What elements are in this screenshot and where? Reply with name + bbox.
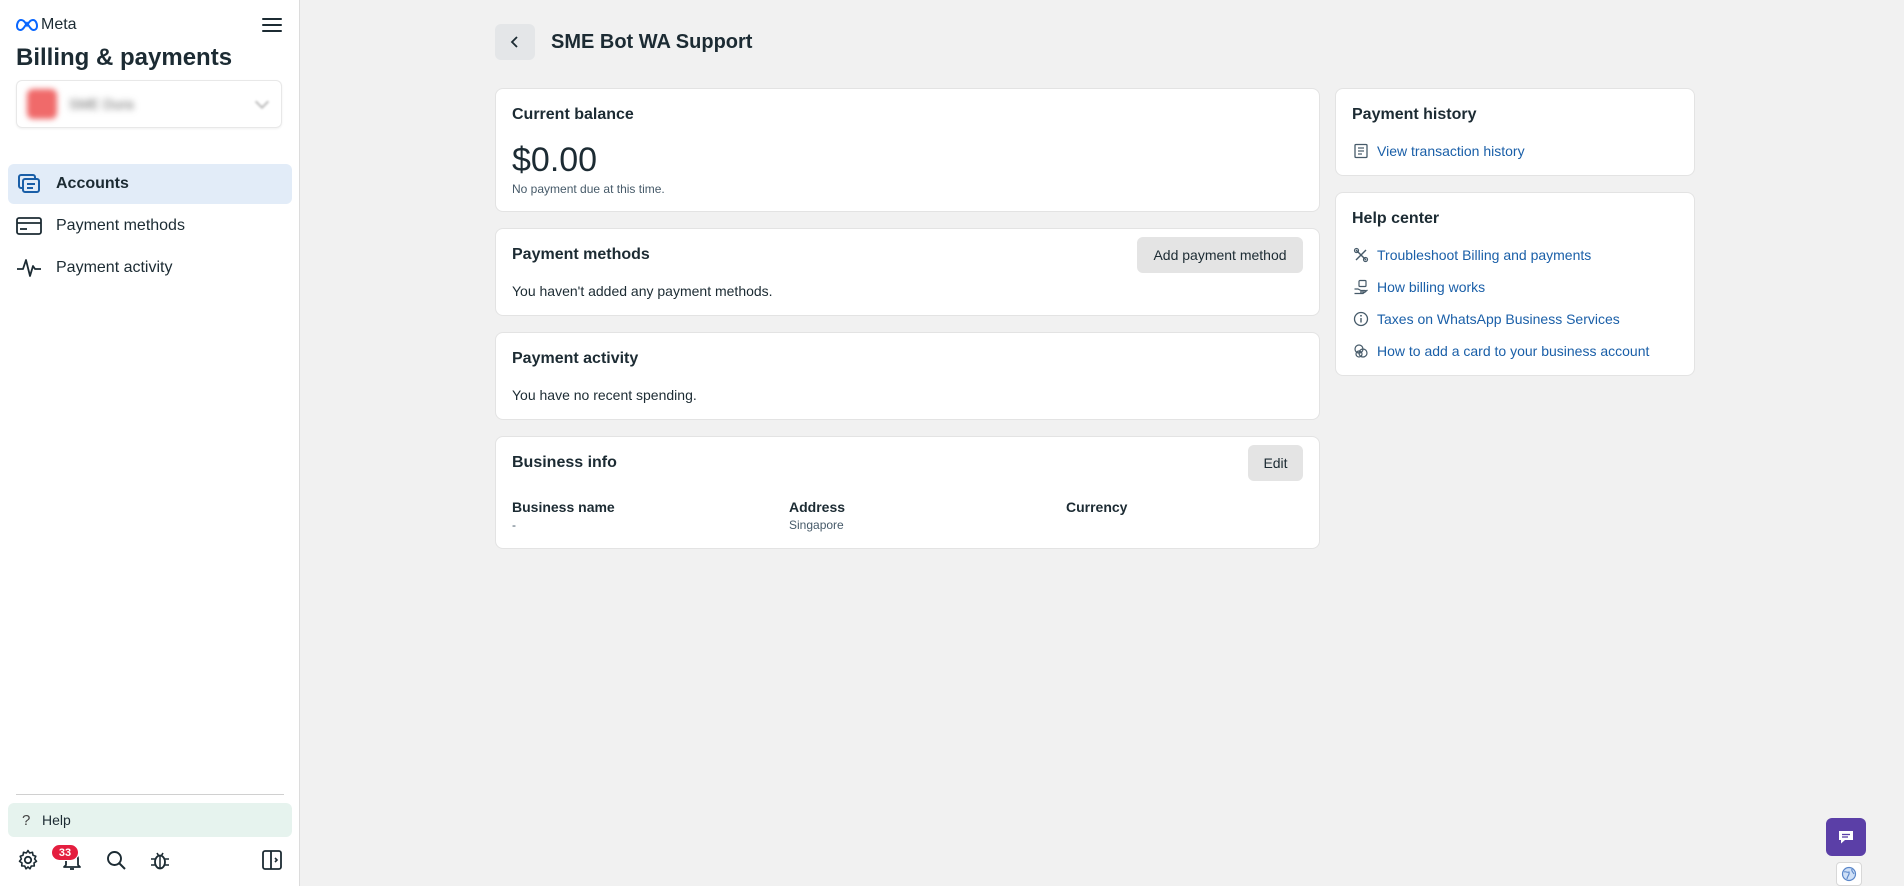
link-label: Troubleshoot Billing and payments	[1377, 247, 1592, 263]
address-value: Singapore	[789, 518, 844, 532]
balance-note: No payment due at this time.	[512, 182, 665, 196]
meta-brand-text: Meta	[41, 16, 77, 33]
billing-hand-icon	[1352, 278, 1370, 296]
current-balance-card: Current balance $0.00 No payment due at …	[495, 88, 1320, 212]
business-name-value: -	[512, 518, 516, 532]
sidebar-item-label: Payment activity	[56, 259, 173, 276]
add-card-icon	[1352, 342, 1370, 360]
edit-button[interactable]: Edit	[1248, 445, 1303, 481]
business-info-card: Business info Edit Business name - Addre…	[495, 436, 1320, 549]
globe-icon[interactable]	[1836, 862, 1862, 886]
question-icon: ?	[22, 811, 31, 829]
sidebar-item-payment-methods[interactable]: Payment methods	[8, 206, 292, 246]
link-label: View transaction history	[1377, 143, 1525, 159]
sidebar-item-payment-activity[interactable]: Payment activity	[8, 248, 292, 288]
sidebar-item-label: Accounts	[56, 175, 129, 192]
chat-bubble-icon	[1839, 831, 1853, 844]
account-avatar	[27, 89, 57, 119]
sidebar: Meta Billing & payments SME Dura Account…	[0, 0, 300, 886]
payment-methods-card: Payment methods Add payment method You h…	[495, 228, 1320, 316]
activity-icon	[16, 256, 42, 280]
meta-logo[interactable]: Meta	[16, 16, 77, 34]
account-selector[interactable]: SME Dura	[16, 80, 282, 128]
notification-badge: 33	[51, 844, 79, 861]
menu-icon[interactable]	[260, 14, 284, 38]
help-link-add-card[interactable]: How to add a card to your business accou…	[1352, 342, 1649, 360]
page-title: SME Bot WA Support	[551, 31, 753, 53]
gear-icon[interactable]	[16, 848, 40, 872]
card-title: Current balance	[512, 106, 634, 123]
payment-activity-empty-text: You have no recent spending.	[512, 387, 697, 403]
sidebar-title: Billing & payments	[16, 44, 233, 71]
card-title: Help center	[1352, 210, 1440, 227]
add-payment-method-button[interactable]: Add payment method	[1137, 237, 1303, 273]
help-center-card: Help center Troubleshoot Billing and pay…	[1335, 192, 1695, 376]
payment-history-card: Payment history View transaction history	[1335, 88, 1695, 176]
help-link-taxes[interactable]: Taxes on WhatsApp Business Services	[1352, 310, 1620, 328]
currency-label: Currency	[1066, 499, 1128, 515]
link-label: How to add a card to your business accou…	[1377, 343, 1650, 359]
balance-amount: $0.00	[512, 141, 598, 179]
panel-toggle-icon[interactable]	[260, 848, 284, 872]
card-title: Payment methods	[512, 246, 650, 263]
sidebar-divider	[16, 794, 284, 795]
address-label: Address	[789, 499, 846, 515]
back-button[interactable]	[495, 24, 535, 60]
meta-infinity-icon	[16, 18, 38, 32]
info-icon	[1352, 310, 1370, 328]
help-link-troubleshoot[interactable]: Troubleshoot Billing and payments	[1352, 246, 1591, 264]
link-label: Taxes on WhatsApp Business Services	[1377, 311, 1620, 327]
business-name-label: Business name	[512, 499, 615, 515]
credit-card-icon	[16, 214, 42, 238]
card-title: Payment activity	[512, 350, 639, 367]
card-title: Business info	[512, 454, 617, 471]
search-icon[interactable]	[104, 848, 128, 872]
sidebar-item-label: Payment methods	[56, 217, 185, 234]
receipt-icon	[1352, 142, 1370, 160]
help-link-how-billing-works[interactable]: How billing works	[1352, 278, 1485, 296]
view-transaction-history-link[interactable]: View transaction history	[1352, 142, 1525, 160]
sidebar-nav: Accounts Payment methods Payment activit…	[8, 164, 292, 290]
accounts-icon	[16, 172, 42, 196]
help-button[interactable]: ? Help	[8, 803, 292, 837]
chevron-left-icon	[510, 36, 518, 48]
payment-methods-empty-text: You haven't added any payment methods.	[512, 283, 773, 299]
chevron-down-icon	[254, 94, 270, 110]
chat-button[interactable]	[1826, 818, 1866, 856]
bug-icon[interactable]	[148, 848, 172, 872]
tools-icon	[1352, 246, 1370, 264]
payment-activity-card: Payment activity You have no recent spen…	[495, 332, 1320, 420]
card-title: Payment history	[1352, 106, 1477, 123]
link-label: How billing works	[1377, 279, 1486, 295]
help-label: Help	[42, 812, 71, 828]
account-name: SME Dura	[69, 96, 134, 112]
sidebar-item-accounts[interactable]: Accounts	[8, 164, 292, 204]
